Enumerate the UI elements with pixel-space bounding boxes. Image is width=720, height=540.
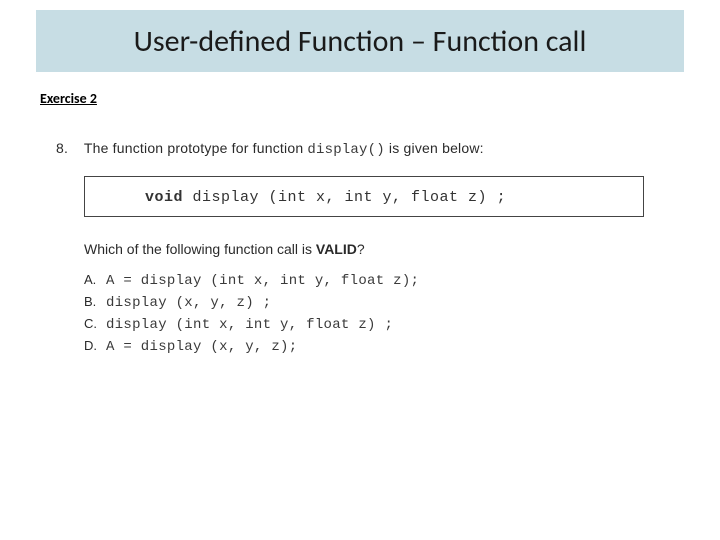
which-q: ?: [357, 241, 365, 257]
option-code: display (x, y, z) ;: [106, 294, 271, 313]
which-line: Which of the following function call is …: [84, 241, 664, 257]
option-letter: C.: [84, 315, 106, 333]
page-title: User-defined Function – Function call: [134, 23, 587, 60]
which-valid: VALID: [316, 241, 357, 257]
option-row: A. A = display (int x, int y, float z);: [84, 271, 664, 291]
option-letter: B.: [84, 293, 106, 311]
which-prefix: Which of the following function call is: [84, 241, 316, 257]
option-code: A = display (int x, int y, float z);: [106, 272, 419, 291]
question-block: 8. The function prototype for function d…: [56, 140, 664, 359]
title-bar: User-defined Function – Function call: [36, 10, 684, 72]
question-line: 8. The function prototype for function d…: [56, 140, 664, 158]
option-row: B. display (x, y, z) ;: [84, 293, 664, 313]
prototype-rest: display (int x, int y, float z) ;: [183, 189, 506, 206]
option-letter: A.: [84, 271, 106, 289]
option-row: C. display (int x, int y, float z) ;: [84, 315, 664, 335]
option-letter: D.: [84, 337, 106, 355]
prototype-keyword: void: [145, 189, 183, 206]
prototype-text: void display (int x, int y, float z) ;: [145, 189, 506, 206]
exercise-label: Exercise 2: [40, 90, 97, 107]
option-row: D. A = display (x, y, z);: [84, 337, 664, 357]
question-lead-in: The function prototype for function: [84, 140, 303, 156]
question-lead-out: is given below:: [389, 140, 484, 156]
option-code: A = display (x, y, z);: [106, 338, 297, 357]
question-fn-name: display(): [307, 142, 384, 158]
option-code: display (int x, int y, float z) ;: [106, 316, 393, 335]
options-list: A. A = display (int x, int y, float z); …: [84, 271, 664, 357]
prototype-box: void display (int x, int y, float z) ;: [84, 176, 644, 217]
question-number: 8.: [56, 140, 80, 156]
